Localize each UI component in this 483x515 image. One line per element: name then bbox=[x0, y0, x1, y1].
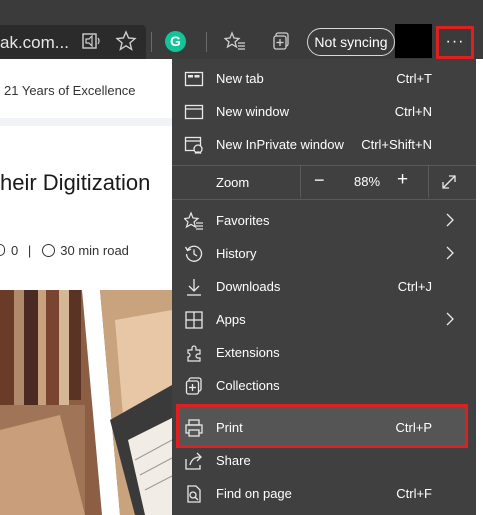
read-aloud-icon[interactable] bbox=[80, 30, 102, 52]
menu-item-label: Downloads bbox=[216, 279, 281, 294]
menu-item-extensions[interactable]: Extensions bbox=[172, 336, 476, 369]
header-divider-band bbox=[0, 118, 172, 126]
clock-icon bbox=[42, 244, 56, 257]
history-icon bbox=[184, 245, 203, 262]
menu-item-shortcut: Ctrl+T bbox=[396, 71, 432, 86]
meta-separator: | bbox=[27, 243, 32, 258]
address-text[interactable]: ak.com... bbox=[0, 33, 69, 53]
zoom-out-button[interactable]: − bbox=[314, 170, 325, 191]
menu-item-label: History bbox=[216, 246, 257, 261]
share-icon bbox=[185, 452, 202, 470]
menu-item-label: Collections bbox=[216, 378, 280, 393]
menu-item-label: Print bbox=[216, 420, 243, 435]
menu-item-label: Find on page bbox=[216, 486, 292, 501]
menu-item-new-window[interactable]: New window Ctrl+N bbox=[172, 95, 476, 128]
chevron-right-icon bbox=[446, 312, 454, 326]
find-icon bbox=[187, 485, 201, 503]
menu-item-new-tab[interactable]: New tab Ctrl+T bbox=[172, 62, 476, 95]
menu-item-collections[interactable]: Collections bbox=[172, 369, 476, 402]
menu-item-shortcut: Ctrl+N bbox=[394, 104, 432, 119]
menu-item-print[interactable]: Print Ctrl+P bbox=[172, 411, 476, 444]
read-time: 30 min road bbox=[60, 243, 129, 258]
zoom-separator bbox=[300, 166, 301, 198]
menu-item-share[interactable]: Share bbox=[172, 444, 476, 477]
not-syncing-button[interactable]: Not syncing bbox=[307, 28, 395, 56]
menu-item-downloads[interactable]: Downloads Ctrl+J bbox=[172, 270, 476, 303]
chevron-right-icon bbox=[446, 213, 454, 227]
favorites-icon bbox=[184, 211, 203, 230]
menu-item-new-inprivate-window[interactable]: New InPrivate window Ctrl+Shift+N bbox=[172, 128, 476, 161]
download-icon bbox=[187, 279, 201, 296]
article-meta: 0 | 30 min road bbox=[0, 243, 129, 258]
new-window-icon bbox=[184, 104, 204, 120]
new-tab-icon bbox=[184, 71, 204, 87]
menu-item-shortcut: Ctrl+P bbox=[395, 420, 432, 435]
menu-item-label: Favorites bbox=[216, 213, 270, 228]
grammarly-letter: G bbox=[170, 33, 181, 49]
menu-item-label: New InPrivate window bbox=[216, 137, 344, 152]
extensions-icon bbox=[187, 345, 201, 362]
article-headline[interactable]: heir Digitization bbox=[0, 170, 150, 196]
zoom-label: Zoom bbox=[216, 175, 250, 190]
menu-item-apps[interactable]: Apps bbox=[172, 303, 476, 336]
menu-item-favorites[interactable]: Favorites bbox=[172, 204, 476, 237]
fullscreen-icon[interactable] bbox=[440, 173, 458, 191]
browser-toolbar: ak.com... G Not syncing ··· bbox=[0, 0, 483, 59]
menu-item-shortcut: Ctrl+Shift+N bbox=[361, 137, 432, 152]
menu-item-label: Apps bbox=[216, 312, 246, 327]
menu-item-label: New tab bbox=[216, 71, 264, 86]
favorites-list-icon[interactable] bbox=[224, 30, 246, 52]
zoom-level: 88% bbox=[354, 174, 381, 189]
zoom-control: Zoom − 88% + bbox=[172, 166, 476, 198]
toolbar-separator bbox=[206, 32, 207, 52]
collections-icon bbox=[185, 377, 202, 395]
site-tagline: 21 Years of Excellence bbox=[4, 83, 136, 98]
grammarly-extension-icon[interactable]: G bbox=[165, 31, 186, 52]
menu-item-shortcut: Ctrl+J bbox=[397, 279, 432, 294]
article-image bbox=[0, 290, 172, 515]
settings-menu: New tab Ctrl+T New window Ctrl+N New InP… bbox=[172, 59, 476, 515]
menu-item-shortcut: Ctrl+F bbox=[396, 486, 432, 501]
collections-toolbar-icon[interactable] bbox=[271, 30, 293, 52]
zoom-in-button[interactable]: + bbox=[397, 169, 408, 191]
menu-item-history[interactable]: History bbox=[172, 237, 476, 270]
apps-icon bbox=[185, 311, 203, 329]
settings-more-button[interactable]: ··· bbox=[436, 26, 474, 59]
profile-avatar[interactable] bbox=[395, 24, 432, 58]
menu-divider bbox=[172, 199, 476, 200]
favorite-star-icon[interactable] bbox=[115, 30, 137, 52]
chevron-right-icon bbox=[446, 246, 454, 260]
menu-item-label: New window bbox=[216, 104, 289, 119]
menu-item-label: Share bbox=[216, 453, 251, 468]
menu-item-label: Extensions bbox=[216, 345, 280, 360]
comment-count: 0 bbox=[11, 243, 19, 258]
toolbar-separator bbox=[151, 32, 152, 52]
menu-item-find-on-page[interactable]: Find on page Ctrl+F bbox=[172, 477, 476, 510]
comment-icon bbox=[0, 244, 5, 256]
print-icon bbox=[185, 419, 203, 437]
inprivate-icon bbox=[184, 136, 203, 154]
zoom-separator bbox=[428, 166, 429, 198]
